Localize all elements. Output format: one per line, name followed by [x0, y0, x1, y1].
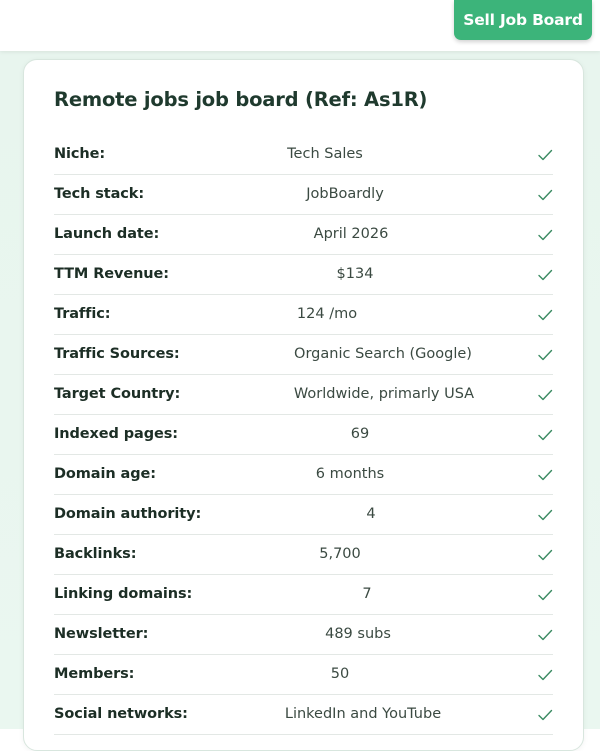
detail-label: Newsletter:: [54, 626, 149, 642]
detail-label: Social networks:: [54, 706, 188, 722]
listing-title: Remote jobs job board (Ref: As1R): [54, 88, 428, 111]
detail-row-newsletter: Newsletter: 489 subs: [54, 615, 553, 655]
detail-value: Organic Search (Google): [294, 346, 472, 362]
detail-value: 124 /mo: [296, 306, 358, 322]
check-icon: [538, 669, 553, 681]
detail-value: 7: [362, 586, 372, 602]
check-icon: [538, 229, 553, 241]
detail-row-launch-date: Launch date: April 2026: [54, 215, 553, 255]
detail-label: Backlinks:: [54, 546, 137, 562]
detail-row-indexed-pages: Indexed pages: 69: [54, 415, 553, 455]
check-icon: [538, 469, 553, 481]
detail-row-traffic: Traffic: 124 /mo: [54, 295, 553, 335]
detail-row-target-country: Target Country: Worldwide, primarly USA: [54, 375, 553, 415]
detail-label: Members:: [54, 666, 135, 682]
detail-label: Launch date:: [54, 226, 160, 242]
details-list: Niche: Tech Sales Tech stack: JobBoardly…: [54, 135, 553, 735]
detail-row-social-networks: Social networks: LinkedIn and YouTube: [54, 695, 553, 735]
detail-value: 4: [366, 506, 376, 522]
detail-row-ttm-revenue: TTM Revenue: $134: [54, 255, 553, 295]
detail-label: Traffic Sources:: [54, 346, 180, 362]
check-icon: [538, 189, 553, 201]
detail-row-domain-age: Domain age: 6 months: [54, 455, 553, 495]
detail-value: LinkedIn and YouTube: [284, 706, 442, 722]
detail-value: 5,700: [319, 546, 361, 562]
detail-label: Niche:: [54, 146, 106, 162]
detail-value: 6 months: [315, 466, 385, 482]
check-icon: [538, 709, 553, 721]
top-bar: Sell Job Board: [0, 0, 600, 51]
detail-value: 50: [330, 666, 350, 682]
check-icon: [538, 349, 553, 361]
check-icon: [538, 629, 553, 641]
check-icon: [538, 509, 553, 521]
detail-row-traffic-sources: Traffic Sources: Organic Search (Google): [54, 335, 553, 375]
listing-card: Remote jobs job board (Ref: As1R) Niche:…: [23, 59, 584, 751]
detail-value: JobBoardly: [306, 186, 384, 202]
check-icon: [538, 309, 553, 321]
detail-row-niche: Niche: Tech Sales: [54, 135, 553, 175]
check-icon: [538, 149, 553, 161]
detail-label: Target Country:: [54, 386, 181, 402]
detail-value: Tech Sales: [287, 146, 363, 162]
check-icon: [538, 269, 553, 281]
detail-row-members: Members: 50: [54, 655, 553, 695]
detail-label: Traffic:: [54, 306, 111, 322]
detail-label: Domain age:: [54, 466, 156, 482]
detail-value: 69: [350, 426, 370, 442]
detail-label: TTM Revenue:: [54, 266, 169, 282]
detail-label: Domain authority:: [54, 506, 202, 522]
sell-job-board-button[interactable]: Sell Job Board: [454, 0, 592, 40]
detail-value: 489 subs: [325, 626, 391, 642]
detail-row-linking-domains: Linking domains: 7: [54, 575, 553, 615]
detail-value: April 2026: [313, 226, 389, 242]
detail-row-domain-authority: Domain authority: 4: [54, 495, 553, 535]
check-icon: [538, 389, 553, 401]
detail-row-backlinks: Backlinks: 5,700: [54, 535, 553, 575]
check-icon: [538, 549, 553, 561]
detail-value: Worldwide, primarly USA: [293, 386, 475, 402]
detail-row-tech-stack: Tech stack: JobBoardly: [54, 175, 553, 215]
detail-label: Indexed pages:: [54, 426, 178, 442]
check-icon: [538, 429, 553, 441]
detail-value: $134: [336, 266, 374, 282]
detail-label: Linking domains:: [54, 586, 193, 602]
detail-label: Tech stack:: [54, 186, 145, 202]
check-icon: [538, 589, 553, 601]
